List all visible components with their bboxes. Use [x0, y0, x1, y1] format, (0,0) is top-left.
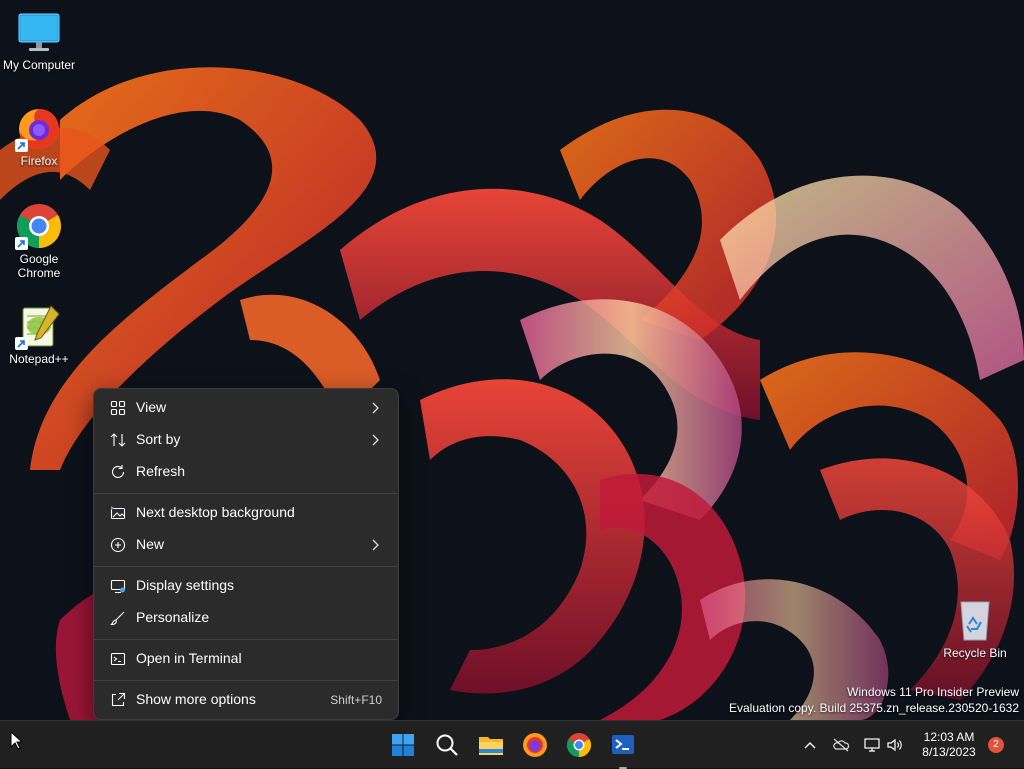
display-settings-icon	[110, 578, 126, 594]
firefox-icon	[523, 733, 547, 757]
taskbar: 12:03 AM 8/13/2023 2	[0, 720, 1024, 769]
menu-item-label: Display settings	[136, 577, 235, 593]
start-button[interactable]	[387, 729, 419, 761]
grid-icon	[110, 400, 126, 416]
menu-item-sort-by[interactable]: Sort by	[98, 425, 394, 455]
share-icon	[110, 692, 126, 708]
menu-item-new[interactable]: New	[98, 530, 394, 560]
monitor-icon	[15, 8, 63, 56]
sort-icon	[110, 432, 126, 448]
menu-item-label: Personalize	[136, 609, 210, 625]
menu-item-view[interactable]: View	[98, 393, 394, 423]
chrome-taskbar-button[interactable]	[563, 729, 595, 761]
desktop-icon-firefox[interactable]: Firefox	[1, 104, 77, 168]
watermark-line-1: Windows 11 Pro Insider Preview	[847, 685, 1019, 699]
chevron-up-icon[interactable]	[801, 737, 819, 753]
desktop-icon-label: Google Chrome	[17, 252, 61, 280]
menu-item-label: View	[136, 399, 167, 415]
onedrive-icon[interactable]	[832, 737, 850, 753]
clock-time: 12:03 AM	[923, 730, 975, 744]
chevron-right-icon	[370, 433, 380, 447]
menu-item-label: Refresh	[136, 463, 186, 479]
chevron-right-icon	[370, 401, 380, 415]
file-explorer-icon	[479, 737, 503, 755]
desktop-icon-label: Firefox	[20, 154, 58, 168]
desktop-icon-my-computer[interactable]: My Computer	[1, 8, 77, 72]
desktop-icon-google-chrome[interactable]: Google Chrome	[1, 202, 77, 280]
plus-circle-icon	[110, 537, 126, 553]
keyboard-shortcut: Shift+F10	[330, 693, 382, 707]
evaluation-watermark: Windows 11 Pro Insider Preview Evaluatio…	[729, 684, 1019, 716]
mouse-cursor-icon	[10, 731, 22, 750]
desktop-icon-label: Recycle Bin	[943, 646, 1007, 660]
menu-separator	[94, 493, 398, 494]
menu-item-display-settings[interactable]: Display settings	[98, 571, 394, 601]
desktop-icon-notepadpp[interactable]: Notepad++	[1, 302, 77, 366]
desktop-icon-label: My Computer	[2, 58, 76, 72]
clock-date: 8/13/2023	[922, 745, 976, 759]
menu-item-refresh[interactable]: Refresh	[98, 457, 394, 487]
chrome-icon	[15, 202, 63, 250]
terminal-icon	[612, 735, 634, 754]
menu-item-personalize[interactable]: Personalize	[98, 603, 394, 633]
shortcut-arrow-icon	[15, 237, 28, 250]
menu-item-label: New	[136, 536, 165, 552]
shortcut-arrow-icon	[15, 337, 28, 350]
chevron-right-icon	[370, 538, 380, 552]
notification-badge[interactable]: 2	[988, 737, 1004, 753]
menu-separator	[94, 680, 398, 681]
menu-item-label: Next desktop background	[136, 504, 295, 520]
brush-icon	[110, 610, 126, 626]
watermark-line-2: Evaluation copy. Build 25375.zn_release.…	[729, 701, 1019, 715]
recycle-bin-icon	[951, 596, 999, 644]
menu-item-show-more-options[interactable]: Show more options Shift+F10	[98, 685, 394, 715]
menu-item-label: Sort by	[136, 431, 181, 447]
terminal-icon	[110, 651, 126, 667]
network-icon[interactable]	[863, 737, 881, 753]
menu-item-open-in-terminal[interactable]: Open in Terminal	[98, 644, 394, 674]
menu-separator	[94, 639, 398, 640]
taskbar-clock[interactable]: 12:03 AM 8/13/2023	[912, 730, 986, 760]
start-icon	[392, 734, 414, 756]
search-icon	[436, 734, 458, 756]
desktop-context-menu: View Sort by Refresh Next desktop backgr…	[93, 388, 399, 720]
firefox-taskbar-button[interactable]	[519, 729, 551, 761]
firefox-icon	[15, 104, 63, 152]
shortcut-arrow-icon	[15, 139, 28, 152]
file-explorer-button[interactable]	[475, 729, 507, 761]
menu-item-next-desktop-background[interactable]: Next desktop background	[98, 498, 394, 528]
next-background-icon	[110, 505, 126, 521]
notepadpp-icon	[15, 302, 63, 350]
desktop-icon-label: Notepad++	[9, 352, 69, 366]
search-button[interactable]	[431, 729, 463, 761]
menu-separator	[94, 566, 398, 567]
menu-item-label: Show more options	[136, 691, 256, 707]
terminal-taskbar-button[interactable]	[607, 729, 639, 769]
refresh-icon	[110, 464, 126, 480]
desktop-icon-recycle-bin[interactable]: Recycle Bin	[937, 596, 1013, 660]
menu-item-label: Open in Terminal	[136, 650, 242, 666]
volume-icon[interactable]	[886, 737, 904, 753]
chrome-icon	[566, 733, 592, 757]
